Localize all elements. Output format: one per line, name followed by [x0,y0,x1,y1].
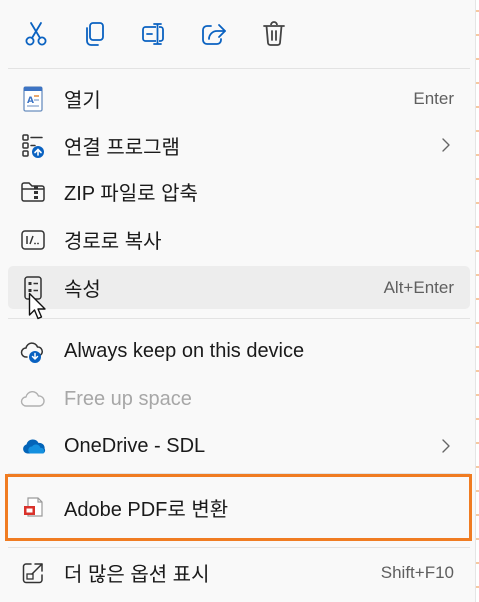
chevron-right-icon [442,138,450,152]
menu-item-label: 경로로 복사 [64,231,162,253]
menu-item-label: 속성 [64,279,101,301]
share-icon [202,24,226,45]
apps-icon [20,133,46,159]
shortcut-text: Alt+Enter [383,277,454,297]
menu-item-copy-path[interactable]: 경로로 복사 [8,218,470,261]
zip-folder-icon [20,179,46,205]
cut-button[interactable] [16,14,56,54]
menu-item-label: 연결 프로그램 [64,137,180,159]
onedrive-icon [20,434,46,460]
menu-item-label: 열기 [64,90,101,112]
separator [8,547,470,548]
delete-button[interactable] [254,14,294,54]
menu-item-show-more-options[interactable]: 더 많은 옵션 표시 Shift+F10 [8,551,470,594]
cloud-download-icon [20,339,46,365]
menu-item-always-keep[interactable]: Always keep on this device [8,330,470,373]
document-icon: A [20,86,46,112]
shortcut-text: Shift+F10 [380,562,454,582]
trash-icon [263,21,285,46]
menu-item-onedrive[interactable]: OneDrive - SDL [8,425,470,468]
menu-item-free-up-space[interactable]: Free up space [8,378,470,421]
svg-text:A: A [27,96,34,106]
menu-item-label: Free up space [64,388,192,410]
context-menu: A 열기 Enter 연결 프로그램 ZIP 파일로 압축 경로로 복사 속성 … [0,0,476,602]
rename-button[interactable] [134,14,174,54]
scissors-icon [25,22,47,46]
share-button[interactable] [194,14,234,54]
mouse-cursor-icon [28,292,46,320]
separator [8,318,470,319]
shortcut-text: Enter [413,88,454,108]
menu-item-properties[interactable]: 속성 Alt+Enter [8,266,470,309]
menu-item-label: ZIP 파일로 압축 [64,183,198,205]
menu-item-open[interactable]: A 열기 Enter [8,77,470,120]
external-icon [20,560,46,586]
path-icon [20,227,46,253]
menu-item-label: 더 많은 옵션 표시 [64,564,210,586]
menu-item-open-with[interactable]: 연결 프로그램 [8,124,470,167]
chevron-right-icon [442,439,450,453]
copy-icon [86,22,104,46]
separator [8,68,470,69]
cloud-outline-icon [20,387,46,413]
highlight-box [5,474,472,541]
rename-icon [142,23,164,45]
copy-button[interactable] [75,14,115,54]
menu-item-compress-zip[interactable]: ZIP 파일로 압축 [8,170,470,213]
context-menu-toolbar [0,0,476,68]
menu-item-label: OneDrive - SDL [64,435,206,457]
menu-item-label: Always keep on this device [64,340,305,362]
